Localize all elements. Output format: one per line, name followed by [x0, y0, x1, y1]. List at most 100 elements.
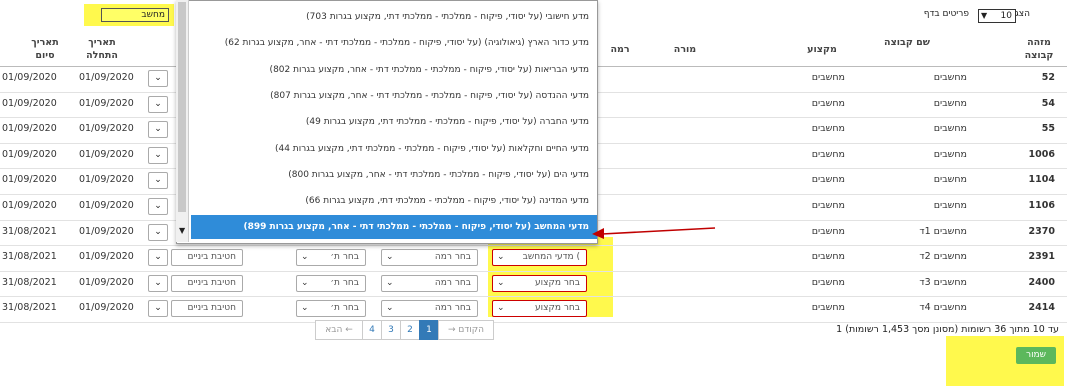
cell-end-date: 31/08/2021	[2, 251, 57, 263]
grade-select[interactable]: חטיבת ביניים	[171, 249, 243, 267]
chevron-down-icon: ▼	[981, 11, 988, 20]
cell-start-date: 01/09/2020	[79, 148, 134, 160]
row-select-chevron[interactable]: ⌄	[148, 121, 168, 139]
cell-end-date: 01/09/2020	[2, 174, 57, 186]
dropdown-scroll-thumb[interactable]	[178, 2, 186, 212]
teacher-select-value: בחר ת׳	[330, 303, 359, 314]
level-select-value: בחר רמה	[434, 252, 471, 263]
page-size-suffix-label: פריטים בדף	[923, 9, 969, 19]
chevron-down-icon: ⌄	[386, 277, 394, 288]
chevron-down-icon: ⌄	[301, 303, 309, 314]
cell-end-date: 01/09/2020	[2, 200, 57, 211]
teacher-select-value: בחר ת׳	[330, 277, 359, 288]
header-group-id[interactable]: מזהה קבוצה	[1019, 36, 1059, 62]
subject-select-value: בחר מקצוע	[535, 277, 580, 288]
teacher-select[interactable]: ⌄ בחר ת׳	[296, 274, 366, 292]
header-level[interactable]: רמה	[600, 43, 640, 56]
grade-select[interactable]: חטיבת ביניים	[171, 300, 243, 318]
dropdown-item[interactable]: מדעי הים (על יסודי, פיקוח - ממלכתי - ממל…	[191, 163, 589, 187]
pagination-page-4[interactable]: 4	[362, 320, 382, 340]
cell-group-id: 54	[1041, 97, 1055, 109]
cell-group-id: 52	[1041, 72, 1055, 83]
cell-group-id: 2391	[1028, 251, 1055, 263]
row-divider	[0, 245, 1067, 247]
grade-select-value: חטיבת ביניים	[187, 277, 236, 288]
cell-group-name: מחשבים	[933, 174, 967, 186]
cell-start-date: 01/09/2020	[79, 72, 134, 83]
teacher-select-value: בחר ת׳	[330, 252, 359, 263]
grade-select-value: חטיבת ביניים	[187, 303, 236, 314]
level-select[interactable]: ⌄ בחר רמה	[381, 300, 478, 318]
row-select-chevron[interactable]: ⌄	[148, 198, 168, 215]
cell-subject: מחשבים	[811, 251, 845, 263]
page-size-show-label: הצג	[1015, 9, 1030, 19]
cell-group-name: מחשבים	[933, 97, 967, 109]
cell-start-date: 01/09/2020	[79, 276, 134, 288]
dropdown-item[interactable]: מדע כדור הארץ (גיאולוגיה) (על יסודי, פיק…	[191, 31, 589, 55]
cell-end-date: 01/09/2020	[2, 123, 57, 135]
dropdown-item[interactable]: מדעי המדינה (על יסודי, פיקוח - ממלכתי - …	[191, 189, 589, 213]
row-select-chevron[interactable]: ⌄	[148, 70, 168, 87]
dropdown-item[interactable]: מדעי המחשב (על יסודי, פיקוח - ממלכתי - מ…	[191, 215, 597, 240]
subject-select-value: בחר מקצוע	[535, 303, 580, 314]
pagination-page-3[interactable]: 3	[381, 320, 401, 340]
dropdown-item[interactable]: מדעי החברה (על יסודי, פיקוח - ממלכתי - מ…	[191, 110, 589, 134]
dropdown-item[interactable]: מדעי החיים וחקלאות (על יסודי, פיקוח - ממ…	[191, 137, 589, 161]
header-start-date[interactable]: תאריך התחלה	[80, 36, 124, 62]
cell-subject: מחשבים	[811, 302, 845, 314]
cell-group-id: 2400	[1028, 276, 1055, 288]
level-select[interactable]: ⌄ בחר רמה	[381, 249, 478, 267]
chevron-down-icon: ⌄	[301, 277, 309, 288]
row-select-chevron[interactable]: ⌄	[148, 146, 168, 164]
cell-group-name: מחשבים 3ד	[919, 276, 967, 288]
dropdown-item[interactable]: מדעי הבריאות (על יסודי, פיקוח - ממלכתי -…	[191, 58, 589, 82]
cell-start-date: 01/09/2020	[79, 251, 134, 263]
cell-end-date: 31/08/2021	[2, 225, 57, 237]
level-select[interactable]: ⌄ בחר רמה	[381, 274, 478, 292]
pagination-next-button[interactable]: הבא ←	[315, 320, 363, 340]
pagination-page-2[interactable]: 2	[400, 320, 420, 340]
dropdown-item[interactable]: מדעי ההנדסה (על יסודי, פיקוח - ממלכתי - …	[191, 84, 589, 108]
header-subject[interactable]: מקצוע	[792, 43, 852, 56]
row-select-chevron[interactable]: ⌄	[148, 249, 168, 267]
teacher-select[interactable]: ⌄ בחר ת׳	[296, 300, 366, 318]
cell-subject: מחשבים	[811, 148, 845, 160]
cell-start-date: 01/09/2020	[79, 200, 134, 211]
row-divider	[0, 296, 1067, 298]
dropdown-item[interactable]: מדע חישובי (על יסודי, פיקוח - ממלכתי - מ…	[191, 5, 589, 29]
subject-dropdown-list[interactable]: מדע חישובי (על יסודי, פיקוח - ממלכתי - מ…	[176, 0, 598, 244]
subject-select-value: מדעי המחשב (	[522, 252, 580, 263]
save-button[interactable]: שמור	[1016, 347, 1056, 364]
teacher-select[interactable]: ⌄ בחר ת׳	[296, 249, 366, 267]
cell-end-date: 31/08/2021	[2, 276, 57, 288]
cell-end-date: 01/09/2020	[2, 97, 57, 109]
pagination-page-1[interactable]: 1	[419, 320, 439, 340]
cell-group-id: 1006	[1028, 148, 1055, 160]
cell-start-date: 01/09/2020	[79, 302, 134, 314]
cell-group-name: מחשבים	[933, 72, 967, 83]
subject-select[interactable]: ⌄ בחר מקצוע	[492, 274, 587, 292]
header-end-date[interactable]: תאריך סיום	[28, 36, 62, 62]
page-size-select[interactable]: ▼ 10	[978, 9, 1016, 23]
search-input[interactable]: מחשב	[101, 8, 169, 22]
grade-select[interactable]: חטיבת ביניים	[171, 274, 243, 292]
pagination-prev-button[interactable]: → הקודם	[438, 320, 494, 340]
subject-select[interactable]: ⌄ בחר מקצוע	[492, 300, 587, 318]
cell-subject: מחשבים	[811, 225, 845, 237]
row-select-chevron[interactable]: ⌄	[148, 223, 168, 241]
level-select-value: בחר רמה	[434, 277, 471, 288]
scroll-down-icon[interactable]: ▼	[179, 226, 185, 235]
subject-select[interactable]: ⌄ מדעי המחשב (	[492, 249, 587, 267]
cell-group-id: 1106	[1028, 200, 1055, 211]
header-group-name[interactable]: שם קבוצה	[877, 36, 937, 49]
row-select-chevron[interactable]: ⌄	[148, 274, 168, 292]
cell-group-name: מחשבים 1ד	[919, 225, 967, 237]
cell-group-name: מחשבים	[933, 148, 967, 160]
row-divider	[0, 270, 1067, 272]
row-select-chevron[interactable]: ⌄	[148, 300, 168, 318]
row-select-chevron[interactable]: ⌄	[148, 172, 168, 190]
cell-subject: מחשבים	[811, 174, 845, 186]
row-select-chevron[interactable]: ⌄	[148, 95, 168, 113]
header-teacher[interactable]: מורה	[665, 43, 705, 56]
cell-start-date: 01/09/2020	[79, 225, 134, 237]
